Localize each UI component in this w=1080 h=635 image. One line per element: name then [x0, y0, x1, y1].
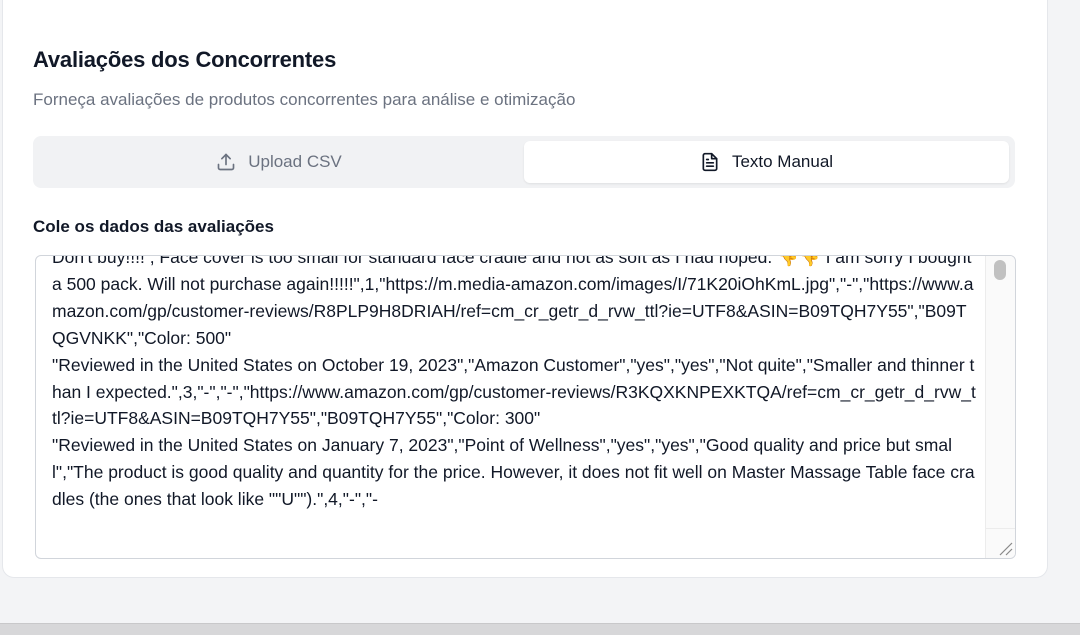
reviews-field-label: Cole os dados das avaliações	[33, 217, 274, 236]
tab-upload-csv-label: Upload CSV	[248, 152, 342, 171]
reviews-textarea-value[interactable]: Don't buy!!!! , Face cover is too small …	[52, 256, 980, 513]
upload-icon	[216, 152, 236, 172]
tab-manual-text[interactable]: Texto Manual	[524, 141, 1009, 183]
tab-upload-csv[interactable]: Upload CSV	[37, 141, 521, 183]
input-mode-tabs: Upload CSV Texto Manual	[33, 136, 1015, 188]
card-title: Avaliações dos Concorrentes	[33, 47, 337, 72]
tab-manual-text-label: Texto Manual	[731, 152, 834, 171]
resize-handle-icon[interactable]	[985, 528, 1015, 558]
document-icon	[700, 152, 720, 172]
window-bottom-edge	[0, 623, 1080, 635]
textarea-scrollbar[interactable]	[985, 256, 1015, 530]
card-subtitle: Forneça avaliações de produtos concorren…	[33, 90, 576, 109]
textarea-scrollbar-thumb[interactable]	[994, 260, 1006, 280]
reviews-textarea[interactable]: Don't buy!!!! , Face cover is too small …	[35, 255, 1016, 559]
